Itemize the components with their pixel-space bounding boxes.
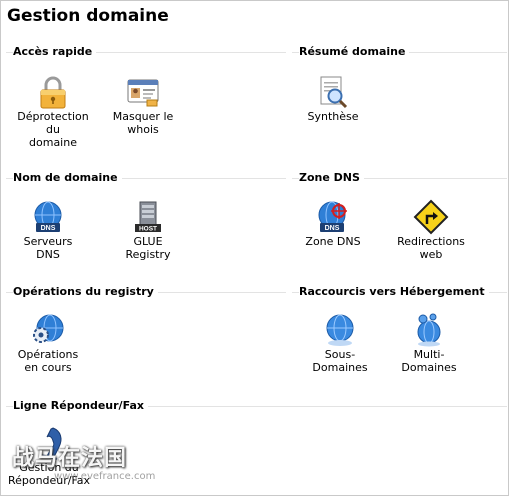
synthese-link[interactable]: Synthèse xyxy=(288,74,378,123)
item-label: Multi- xyxy=(413,348,445,361)
redirect-sign-icon xyxy=(413,199,449,235)
zone-dns-link[interactable]: DNS Zone DNS xyxy=(288,199,378,248)
item-label: Sous- xyxy=(324,348,356,361)
operations-en-cours-link[interactable]: Opérations en cours xyxy=(3,312,93,374)
item-label: Redirections xyxy=(397,235,465,248)
globe-gear-icon xyxy=(33,314,64,343)
section-title-acces-rapide: Accès rapide xyxy=(13,45,97,58)
redirections-web-link[interactable]: Redirections web xyxy=(386,199,476,261)
gestion-repondeur-link[interactable]: Gestion du Répondeur/Fax xyxy=(4,425,94,487)
document-magnifier-icon xyxy=(320,76,348,109)
item-label: Serveurs xyxy=(23,235,73,248)
item-label: Opérations xyxy=(17,348,79,361)
dns-target-icon: DNS xyxy=(318,201,347,232)
id-card-icon xyxy=(127,79,159,107)
badge-text: DNS xyxy=(41,225,56,232)
page-title: Gestion domaine xyxy=(7,6,169,26)
section-title-nom-de-domaine: Nom de domaine xyxy=(13,171,122,184)
item-label: Registry xyxy=(125,248,171,261)
badge-text: HOST xyxy=(139,226,157,233)
item-label: DNS xyxy=(36,248,60,261)
item-label: Domaines xyxy=(312,361,368,374)
serveurs-dns-link[interactable]: DNS Serveurs DNS xyxy=(3,199,93,261)
item-label: Domaines xyxy=(401,361,457,374)
section-title-raccourcis-hebergement: Raccourcis vers Hébergement xyxy=(299,285,489,298)
host-server-icon: HOST xyxy=(135,201,161,233)
item-label: en cours xyxy=(24,361,72,374)
item-label: whois xyxy=(127,123,159,136)
globe-multi-icon xyxy=(417,313,441,347)
item-label: Zone DNS xyxy=(305,235,361,248)
padlock-icon xyxy=(40,76,66,109)
masquer-whois-link[interactable]: Masquer le whois xyxy=(98,74,188,136)
item-label: du xyxy=(46,123,60,136)
section-title-zone-dns: Zone DNS xyxy=(299,171,364,184)
glue-registry-link[interactable]: HOST GLUE Registry xyxy=(103,199,193,261)
item-label: web xyxy=(419,248,443,261)
item-label: Répondeur/Fax xyxy=(7,474,91,487)
item-label: Synthèse xyxy=(307,110,359,123)
section-title-ligne-repondeur: Ligne Répondeur/Fax xyxy=(13,399,148,412)
dns-globe-icon: DNS xyxy=(34,201,62,232)
item-label: Déprotection xyxy=(17,110,89,123)
sous-domaines-link[interactable]: Sous- Domaines xyxy=(295,312,385,374)
item-label: Gestion du xyxy=(19,461,79,474)
deprotection-domaine-link[interactable]: Déprotection du domaine xyxy=(8,74,98,149)
multi-domaines-link[interactable]: Multi- Domaines xyxy=(384,312,474,374)
badge-text: DNS xyxy=(325,225,340,232)
item-label: Masquer le xyxy=(112,110,174,123)
globe-subdomain-icon xyxy=(326,314,354,346)
item-label: domaine xyxy=(29,136,77,149)
section-title-operations-registry: Opérations du registry xyxy=(13,285,158,298)
phone-icon xyxy=(40,427,62,460)
item-label: GLUE xyxy=(133,235,163,248)
section-title-resume-domaine: Résumé domaine xyxy=(299,45,410,58)
